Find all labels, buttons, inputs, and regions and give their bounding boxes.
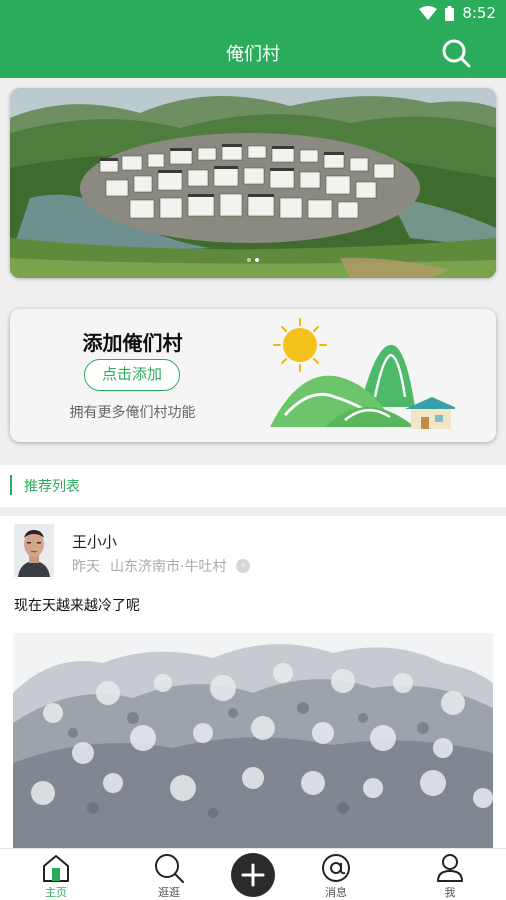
section-title: 推荐列表 [24, 479, 80, 495]
tab-home-label: 主页 [45, 886, 67, 899]
tab-browse[interactable]: 逛逛 [129, 849, 209, 900]
recommend-section-header: 推荐列表 [0, 465, 506, 507]
chevron-right-icon[interactable]: › [236, 559, 251, 573]
tab-messages[interactable]: 消息 [296, 849, 376, 900]
tab-me[interactable]: 我 [410, 849, 490, 900]
banner-image [10, 88, 496, 278]
tab-home[interactable]: 主页 [16, 849, 96, 900]
avatar[interactable] [14, 524, 54, 577]
browse-search-icon [155, 854, 184, 883]
section-accent-bar [10, 475, 12, 495]
tab-me-label: 我 [444, 886, 456, 899]
status-bar: 8:52 [0, 0, 506, 28]
status-icons: 8:52 [419, 4, 496, 22]
carousel-dot [247, 258, 251, 262]
add-village-card: 添加俺们村 点击添加 拥有更多俺们村功能 [10, 309, 496, 442]
battery-icon [445, 5, 455, 21]
post-card[interactable]: 王小小 昨天 山东济南市·牛吐村 › 现在天越来越冷了呢 [0, 516, 506, 856]
snowy-mountain-image [13, 633, 493, 856]
home-icon [43, 855, 69, 882]
add-village-subtitle: 拥有更多俺们村功能 [69, 405, 196, 421]
post-image[interactable] [13, 633, 493, 856]
add-post-button[interactable] [231, 853, 275, 897]
plus-icon [241, 863, 265, 887]
avatar-image [14, 524, 54, 577]
post-username: 王小小 [72, 533, 118, 551]
tab-browse-label: 逛逛 [158, 886, 180, 899]
wifi-icon [419, 6, 438, 20]
person-icon [437, 854, 463, 882]
app-bar: 俺们村 [0, 28, 506, 78]
banner-carousel[interactable] [10, 88, 496, 278]
search-icon [442, 39, 471, 68]
at-message-icon [322, 854, 350, 882]
post-location[interactable]: 山东济南市·牛吐村 [110, 556, 226, 576]
add-village-button[interactable]: 点击添加 [84, 359, 180, 391]
post-meta: 昨天 山东济南市·牛吐村 › [72, 556, 251, 576]
carousel-dot-active [255, 258, 259, 262]
page-title: 俺们村 [226, 44, 280, 65]
post-content: 现在天越来越冷了呢 [14, 598, 140, 614]
mountains-illustration [270, 318, 455, 429]
search-button[interactable] [440, 37, 472, 69]
tab-messages-label: 消息 [325, 886, 347, 899]
carousel-indicator [10, 258, 496, 262]
status-time: 8:52 [462, 4, 496, 22]
add-village-title: 添加俺们村 [82, 331, 183, 355]
post-time: 昨天 [72, 559, 100, 575]
